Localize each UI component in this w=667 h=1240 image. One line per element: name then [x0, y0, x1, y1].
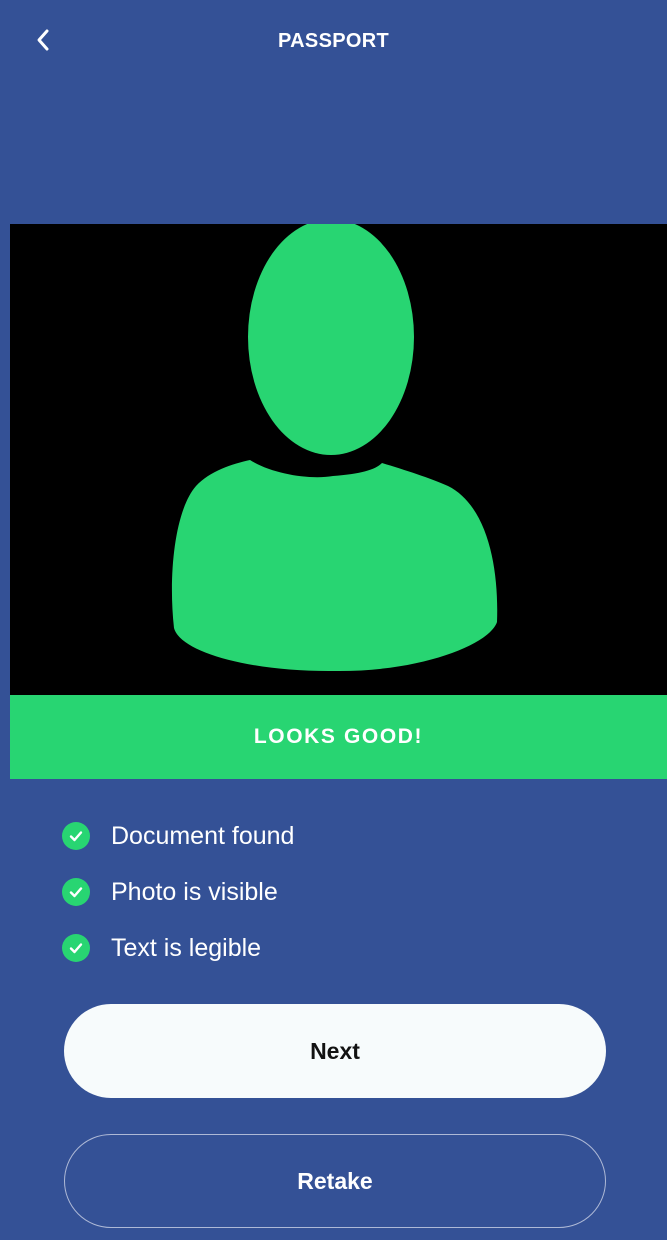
page-title: PASSPORT — [278, 30, 389, 52]
document-preview — [10, 224, 667, 695]
check-item-label: Document found — [111, 821, 295, 850]
person-silhouette-icon — [171, 224, 498, 672]
check-item-text-legible: Text is legible — [62, 920, 622, 976]
checklist: Document found Photo is visible Text is … — [62, 808, 622, 976]
check-item-label: Photo is visible — [111, 877, 278, 906]
app-header: PASSPORT — [0, 0, 667, 224]
check-circle-icon — [62, 878, 90, 906]
check-circle-icon — [62, 934, 90, 962]
retake-button[interactable]: Retake — [64, 1134, 606, 1228]
check-item-label: Text is legible — [111, 933, 262, 962]
check-circle-icon — [62, 822, 90, 850]
status-banner: LOOKS GOOD! — [10, 695, 667, 779]
check-item-photo-visible: Photo is visible — [62, 864, 622, 920]
next-button[interactable]: Next — [64, 1004, 606, 1098]
check-item-document-found: Document found — [62, 808, 622, 864]
